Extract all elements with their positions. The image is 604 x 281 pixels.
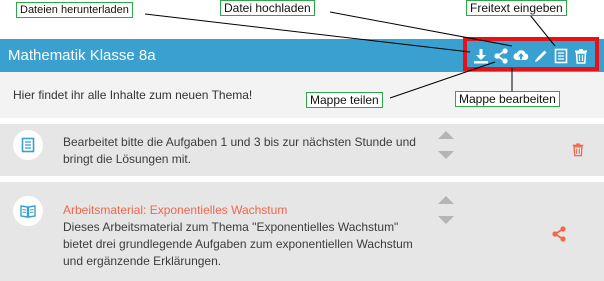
callout-share: Mappe teilen: [306, 92, 383, 108]
callout-lines: [144, 11, 556, 99]
page: Mathematik Klasse 8a Hier findet ihr all…: [0, 0, 604, 281]
callout-download: Dateien herunterladen: [16, 2, 133, 18]
callout-edit: Mappe bearbeiten: [455, 91, 560, 107]
callout-upload: Datei hochladen: [220, 0, 315, 16]
callout-freetext: Freitext eingeben: [466, 0, 567, 16]
